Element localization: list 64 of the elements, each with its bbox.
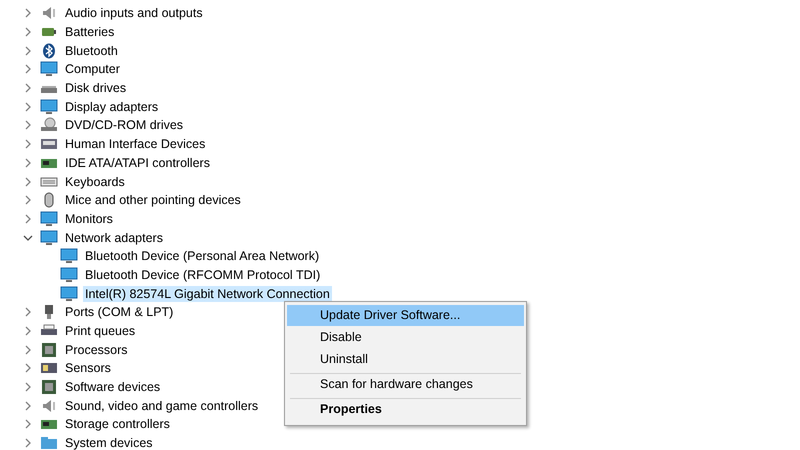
chevron-icon[interactable] (23, 195, 33, 206)
speaker-icon (40, 398, 58, 414)
tree-item[interactable]: IDE ATA/ATAPI controllers (63, 154, 212, 171)
tree-item[interactable]: Intel(R) 82574L Gigabit Network Connection (83, 286, 332, 302)
tree-item[interactable]: Processors (63, 342, 130, 358)
chevron-icon[interactable] (23, 102, 33, 112)
chevron-icon[interactable] (23, 64, 33, 74)
chevron-icon[interactable] (23, 158, 33, 168)
tree-item[interactable]: Software devices (63, 379, 162, 396)
tree-item[interactable]: Network adapters (63, 230, 165, 246)
chevron-icon[interactable] (23, 27, 33, 38)
tree-item[interactable]: Print queues (63, 323, 138, 340)
monitor-icon (40, 98, 58, 115)
tree-item[interactable]: Bluetooth Device (Personal Area Network) (83, 248, 322, 264)
monitor-icon (40, 230, 58, 246)
tree-item[interactable]: Bluetooth (63, 42, 120, 59)
tree-item[interactable]: Sound, video and game controllers (63, 398, 260, 414)
tree-item[interactable]: Audio inputs and outputs (63, 5, 205, 22)
network-icon (60, 286, 78, 302)
tree-item[interactable]: Display adapters (63, 98, 160, 115)
tree-item[interactable]: DVD/CD-ROM drives (63, 117, 186, 134)
chevron-icon[interactable] (23, 363, 33, 374)
monitor-icon (40, 210, 58, 227)
tree-item[interactable]: Sensors (63, 360, 113, 376)
bluetooth-icon (40, 42, 58, 59)
tree-item[interactable]: Mice and other pointing devices (63, 192, 243, 208)
tree-item[interactable]: Storage controllers (63, 416, 172, 432)
tree-item[interactable]: Keyboards (63, 174, 127, 190)
network-icon (60, 248, 78, 264)
tree-item[interactable]: Human Interface Devices (63, 136, 208, 152)
chevron-icon[interactable] (23, 176, 33, 187)
tree-item[interactable]: System devices (63, 435, 155, 450)
monitor-icon (40, 61, 58, 78)
chevron-icon[interactable] (23, 344, 33, 355)
chevron-icon[interactable] (23, 438, 33, 448)
chevron-icon[interactable] (23, 8, 33, 18)
speaker-icon (40, 5, 58, 22)
menu-item[interactable]: Update Driver Software... (287, 305, 524, 326)
tree-item[interactable]: Ports (COM & LPT) (63, 304, 176, 320)
chevron-icon[interactable] (23, 214, 33, 224)
chevron-icon[interactable] (23, 307, 33, 318)
disc-icon (40, 117, 58, 134)
chevron-icon[interactable] (23, 232, 33, 243)
folder-icon (40, 435, 58, 450)
tree-item[interactable]: Monitors (63, 210, 115, 227)
tree-item[interactable]: Batteries (63, 24, 116, 40)
network-icon (60, 266, 78, 283)
chevron-icon[interactable] (23, 326, 33, 336)
chevron-icon[interactable] (23, 46, 33, 56)
chevron-icon[interactable] (23, 83, 33, 94)
tree-item[interactable]: Bluetooth Device (RFCOMM Protocol TDI) (83, 266, 322, 283)
chevron-icon[interactable] (23, 382, 33, 392)
chip-icon (40, 342, 58, 358)
menu-item[interactable]: Scan for hardware changes (287, 374, 524, 395)
tree-item[interactable]: Disk drives (63, 80, 128, 96)
menu-item[interactable]: Uninstall (287, 349, 524, 370)
chip-icon (40, 379, 58, 396)
chevron-icon[interactable] (23, 400, 33, 411)
chevron-icon[interactable] (23, 419, 33, 430)
chevron-icon[interactable] (23, 139, 33, 150)
menu-item[interactable]: Properties (287, 399, 524, 420)
menu-item[interactable]: Disable (287, 327, 524, 348)
tree-item[interactable]: Computer (63, 61, 122, 78)
chevron-icon[interactable] (23, 120, 33, 130)
